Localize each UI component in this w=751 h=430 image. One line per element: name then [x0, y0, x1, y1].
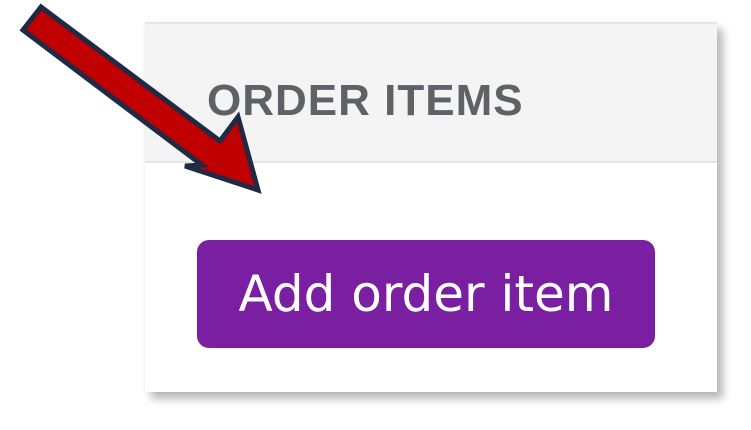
add-order-item-button[interactable]: Add order item [197, 240, 655, 348]
order-items-header: ORDER ITEMS [145, 22, 717, 163]
order-items-panel: ORDER ITEMS Add order item [145, 22, 717, 392]
order-items-title: ORDER ITEMS [207, 76, 524, 125]
screenshot-stage: ORDER ITEMS Add order item [0, 0, 751, 430]
